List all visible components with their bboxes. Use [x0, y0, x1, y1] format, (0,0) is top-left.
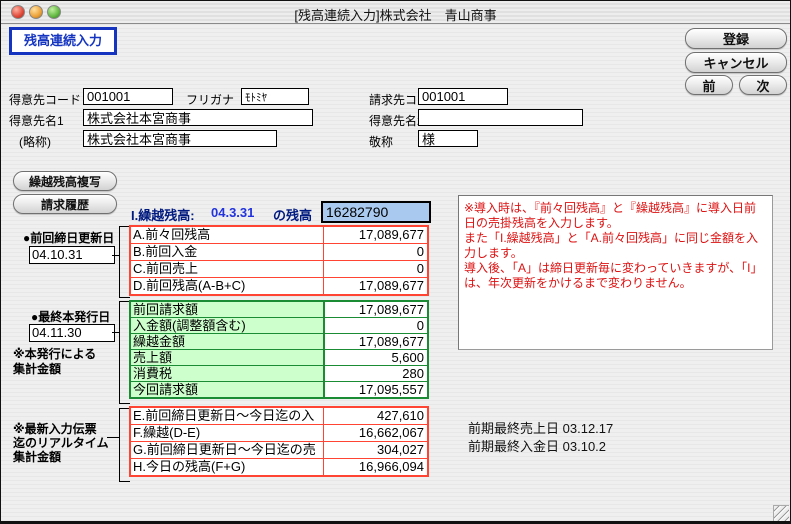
row-value[interactable]: 0: [323, 244, 427, 260]
carryover-suffix: の残高: [273, 205, 312, 224]
copy-carryover-balance-button[interactable]: 繰越残高複写: [13, 171, 117, 191]
row-label: B.前回入金: [131, 244, 323, 260]
register-button[interactable]: 登録: [685, 28, 787, 49]
row-label: 今回請求額: [131, 382, 323, 397]
last-sales-date: 03.12.17: [563, 421, 614, 436]
carryover-label: I.繰越残高:: [131, 205, 195, 224]
last-sales-label: 前期最終売上日: [468, 421, 559, 436]
table-row: B.前回入金0: [131, 243, 427, 260]
row-value[interactable]: 17,089,677: [323, 227, 427, 243]
row-label: 前回請求額: [131, 302, 323, 317]
honorific-label: 敬称: [369, 133, 393, 150]
row-value[interactable]: 280: [323, 366, 427, 381]
row-label: F.繰越(D-E): [131, 425, 323, 441]
customer-code-label: 得意先コード: [9, 91, 81, 108]
help-note: ※導入時は、『前々回残高』と『繰越残高』に導入日前日の売掛残高を入力します。 ま…: [458, 195, 773, 350]
last-sales-date-line: 前期最終売上日 03.12.17: [468, 418, 613, 437]
table-row: 今回請求額17,095,557: [131, 381, 427, 397]
row-label: A.前々回残高: [131, 227, 323, 243]
table-row: 入金額(調整額含む)0: [131, 317, 427, 333]
customer-name2-input[interactable]: [418, 109, 583, 126]
table-row: 前回請求額17,089,677: [131, 302, 427, 317]
row-label: 繰越金額: [131, 334, 323, 349]
customer-name2-label: 得意先名2: [369, 112, 424, 129]
row-label: 売上額: [131, 350, 323, 365]
app-window: [残高連続入力]株式会社 青山商事 残高連続入力 登録 キャンセル 前 次 得意…: [0, 0, 791, 524]
table-row: 売上額5,600: [131, 349, 427, 365]
prev-closing-label: ●前回締日更新日: [23, 229, 114, 246]
balance-table-realtime: E.前回締日更新日〜今日迄の入金427,610F.繰越(D-E)16,662,0…: [129, 406, 429, 477]
row-value[interactable]: 5,600: [323, 350, 427, 365]
last-deposit-date: 03.10.2: [563, 439, 606, 454]
customer-code-input[interactable]: [83, 88, 173, 105]
abbreviation-input[interactable]: [83, 130, 277, 147]
resize-handle[interactable]: [773, 505, 789, 521]
connector-green: [112, 332, 119, 333]
table-row: E.前回締日更新日〜今日迄の入金427,610: [131, 408, 427, 424]
prev-button[interactable]: 前: [685, 75, 733, 95]
row-label: G.前回締日更新日〜今日迄の売上: [131, 442, 323, 458]
billing-code-input[interactable]: [418, 88, 508, 105]
table-row: C.前回売上0: [131, 260, 427, 277]
issue-note-line2: 集計金額: [13, 360, 61, 377]
honorific-input[interactable]: [418, 130, 478, 147]
last-issue-date: 04.11.30: [29, 324, 115, 342]
last-deposit-date-line: 前期最終入金日 03.10.2: [468, 436, 606, 455]
row-value[interactable]: 0: [323, 318, 427, 333]
table-row: G.前回締日更新日〜今日迄の売上304,027: [131, 441, 427, 458]
row-value[interactable]: 17,089,677: [323, 302, 427, 317]
row-label: H.今日の残高(F+G): [131, 459, 323, 475]
row-value[interactable]: 16,966,094: [323, 459, 427, 475]
prev-closing-date: 04.10.31: [29, 246, 115, 264]
row-label: C.前回売上: [131, 261, 323, 277]
row-value[interactable]: 16,662,067: [323, 425, 427, 441]
table-row: 繰越金額17,089,677: [131, 333, 427, 349]
customer-name1-label: 得意先名1: [9, 112, 64, 129]
row-value[interactable]: 304,027: [323, 442, 427, 458]
titlebar: [残高連続入力]株式会社 青山商事: [1, 1, 790, 24]
row-label: D.前回残高(A-B+C): [131, 278, 323, 294]
balance-table-prev: A.前々回残高17,089,677B.前回入金0C.前回売上0D.前回残高(A-…: [129, 225, 429, 296]
furigana-label: フリガナ: [186, 91, 234, 108]
window-title: [残高連続入力]株式会社 青山商事: [1, 5, 790, 24]
carryover-date: 04.3.31: [211, 205, 254, 220]
billing-history-button[interactable]: 請求履歴: [13, 194, 117, 214]
carryover-balance-input[interactable]: [321, 201, 431, 223]
row-value[interactable]: 17,089,677: [323, 334, 427, 349]
customer-name1-input[interactable]: [83, 109, 313, 126]
row-value[interactable]: 427,610: [323, 408, 427, 424]
next-button[interactable]: 次: [739, 75, 787, 95]
abbreviation-label: (略称): [19, 133, 51, 150]
table-row: 消費税280: [131, 365, 427, 381]
last-deposit-label: 前期最終入金日: [468, 439, 559, 454]
connector-e-h: [107, 437, 119, 438]
connector-a-d: [112, 255, 119, 256]
row-label: 消費税: [131, 366, 323, 381]
cancel-button[interactable]: キャンセル: [685, 52, 787, 73]
table-row: H.今日の残高(F+G)16,966,094: [131, 458, 427, 475]
row-value[interactable]: 17,089,677: [323, 278, 427, 294]
window-content: 残高連続入力 登録 キャンセル 前 次 得意先コード フリガナ 請求先コード 得…: [1, 24, 790, 521]
row-label: E.前回締日更新日〜今日迄の入金: [131, 408, 323, 424]
balance-table-issued: 前回請求額17,089,677入金額(調整額含む)0繰越金額17,089,677…: [129, 300, 429, 399]
table-row: D.前回残高(A-B+C)17,089,677: [131, 277, 427, 294]
row-value[interactable]: 17,095,557: [323, 382, 427, 397]
table-row: A.前々回残高17,089,677: [131, 227, 427, 243]
realtime-note-line3: 集計金額: [13, 448, 61, 465]
screen-title-badge: 残高連続入力: [9, 27, 117, 55]
furigana-input[interactable]: [241, 88, 309, 105]
last-issue-label: ●最終本発行日: [31, 308, 110, 325]
table-row: F.繰越(D-E)16,662,067: [131, 424, 427, 441]
row-label: 入金額(調整額含む): [131, 318, 323, 333]
row-value[interactable]: 0: [323, 261, 427, 277]
